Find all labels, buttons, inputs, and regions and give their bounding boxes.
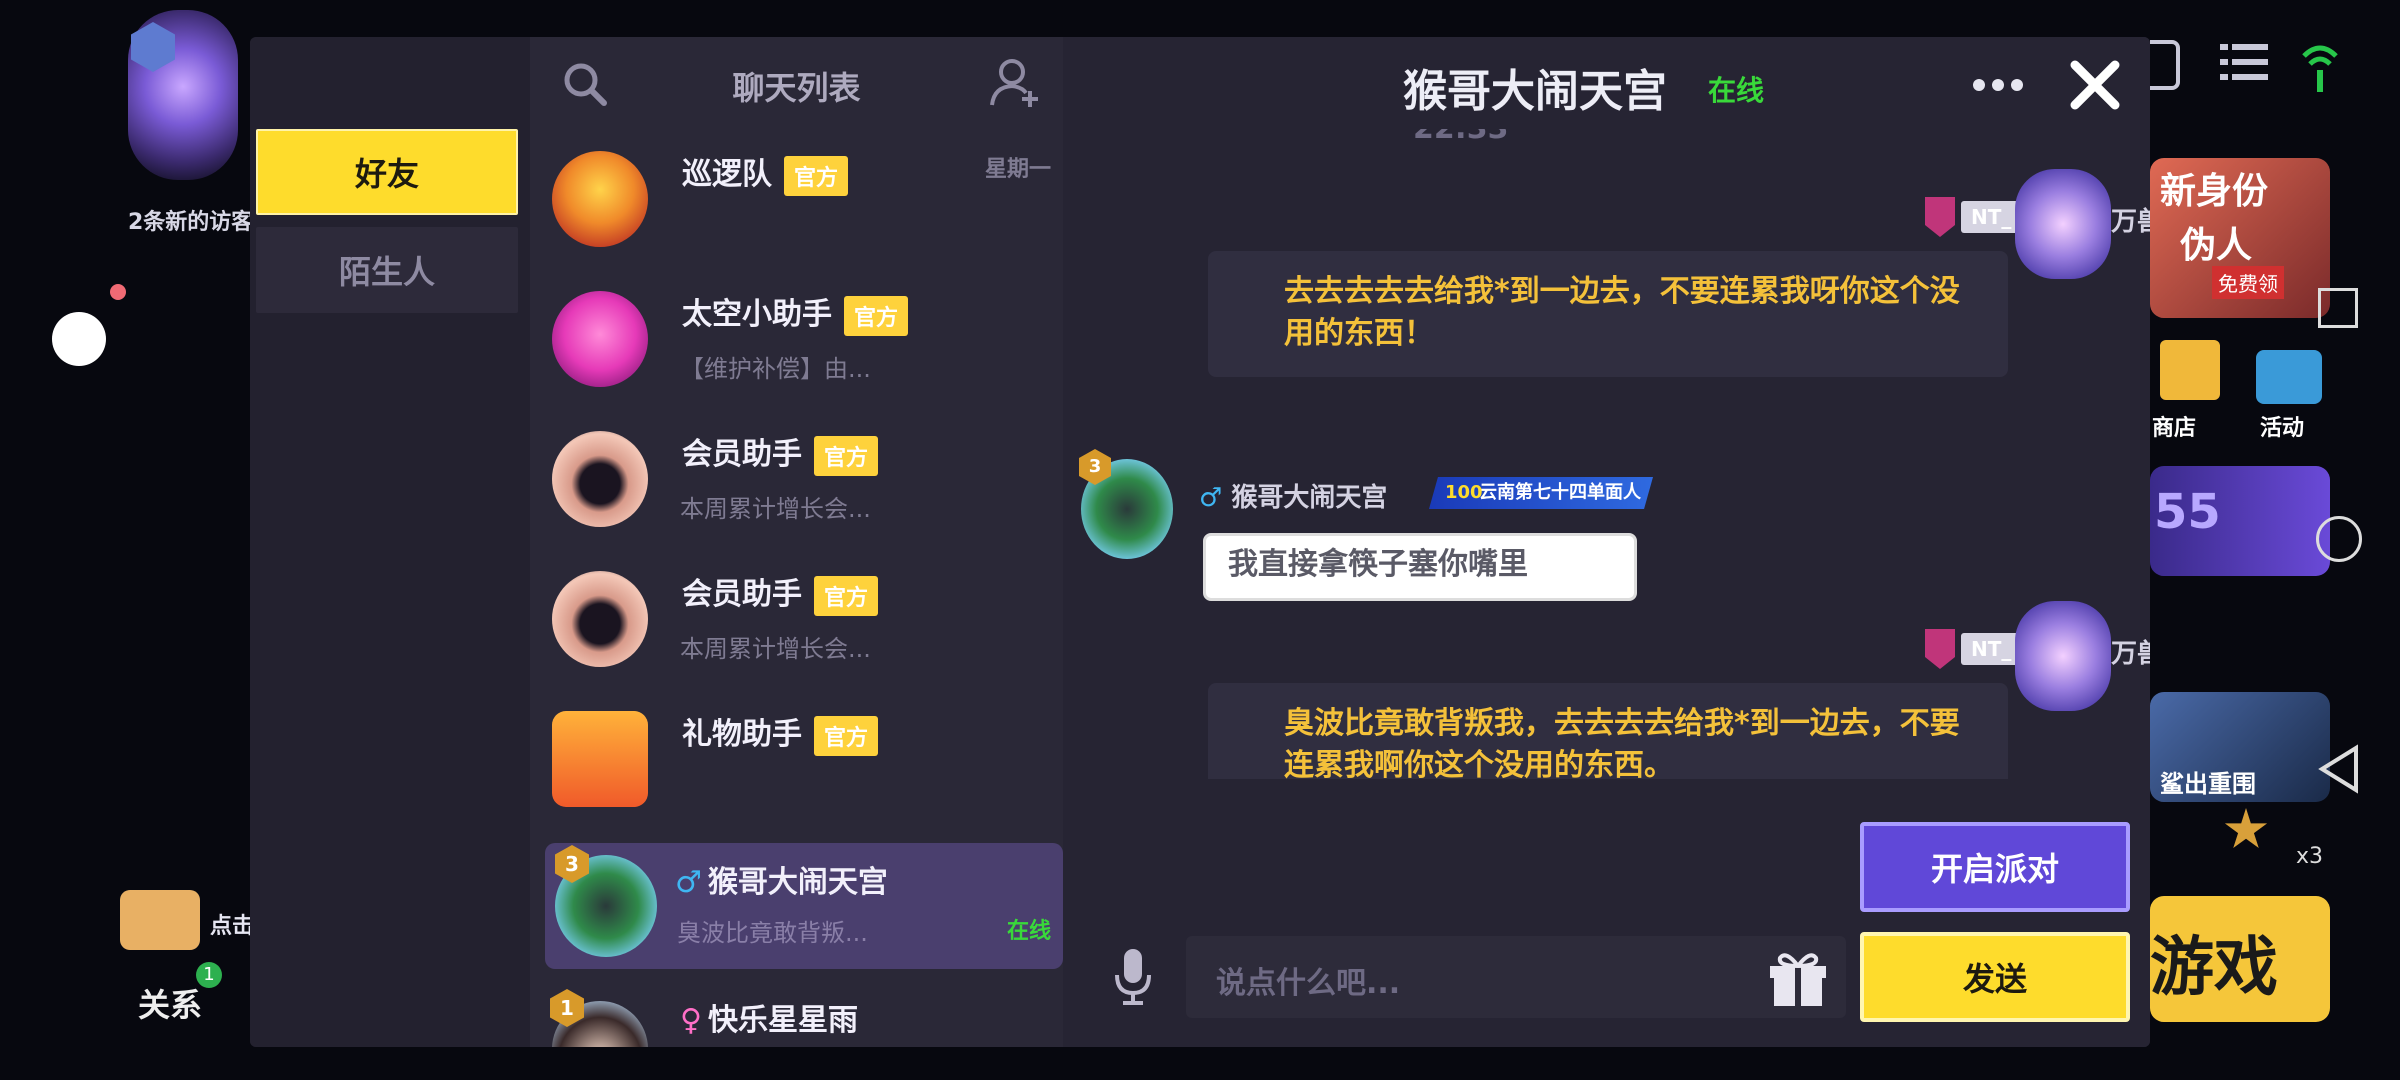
- chat-modal: 好友 陌生人 聊天列表 巡逻队 官方 星期一 太空小助手 官方 【维护补偿】由...…: [250, 37, 2150, 1047]
- partial-text: 点击: [210, 914, 255, 939]
- avatar: [552, 431, 648, 527]
- activity-icon[interactable]: [2256, 350, 2322, 404]
- escape-banner[interactable]: 鲨出重围: [2150, 692, 2330, 802]
- contact-name: 猴哥大闹天宫: [707, 865, 888, 900]
- floating-ball[interactable]: [52, 312, 106, 366]
- notification-dot: [110, 284, 126, 300]
- avatar: [552, 151, 648, 247]
- message-bubble: 臭波比竟敢背叛我，去去去去给我*到一边去，不要连累我啊你这个没用的东西。: [1208, 683, 2008, 779]
- message-list[interactable]: 22:33 NT_ 10 千万兽之王 ♂ 去去去去去给我*到一边去，不要连累我呀…: [1063, 129, 2150, 779]
- start-party-button[interactable]: 开启派对: [1860, 822, 2130, 912]
- visitor-text[interactable]: 2条新的访客: [128, 204, 253, 236]
- chat-list-header: 聊天列表: [530, 37, 1063, 129]
- activity-label: 活动: [2260, 416, 2305, 441]
- official-badge: 官方: [814, 575, 879, 616]
- tab-friends[interactable]: 好友: [256, 129, 518, 215]
- message-preview: 本周累计增长会...: [680, 495, 871, 523]
- send-button[interactable]: 发送: [1860, 932, 2130, 1022]
- tab-strangers[interactable]: 陌生人: [256, 227, 518, 313]
- official-badge: 官方: [814, 715, 879, 756]
- message-bubble: 去去去去去给我*到一边去，不要连累我呀你这个没用的东西！: [1208, 251, 2008, 377]
- chat-list-title: 聊天列表: [732, 69, 861, 107]
- level-banner[interactable]: 55: [2150, 466, 2330, 576]
- category-sidebar: 好友 陌生人: [250, 37, 530, 1047]
- avatar: [552, 571, 648, 667]
- contact-name: 太空小助手: [682, 297, 832, 332]
- list-item[interactable]: 太空小助手 官方 【维护补偿】由...: [530, 269, 1063, 409]
- message-bubble: 我直接拿筷子塞你嘴里: [1203, 533, 1637, 601]
- list-item[interactable]: 巡逻队 官方 星期一: [530, 129, 1063, 269]
- chat-title: 猴哥大闹天宫: [1403, 66, 1667, 117]
- avatar[interactable]: [2015, 169, 2111, 279]
- add-friend-icon[interactable]: [990, 57, 1042, 109]
- more-icon[interactable]: [1971, 77, 2025, 93]
- list-icon[interactable]: [2220, 42, 2268, 82]
- message-sender: ♂ 猴哥大闹天宫: [1199, 483, 1388, 513]
- times-label: x3: [2296, 844, 2324, 869]
- message-input-box[interactable]: 说点什么吧...: [1186, 936, 1846, 1018]
- avatar: [552, 291, 648, 387]
- list-item-selected[interactable]: 3 ♂ 猴哥大闹天宫 臭波比竟敢背叛... 在线: [545, 843, 1063, 969]
- chat-status: 在线: [1708, 74, 1765, 107]
- rank-tag: 100 云南第七十四单面人: [1429, 477, 1653, 509]
- shop-icon[interactable]: [2160, 340, 2220, 400]
- list-item[interactable]: 礼物助手 官方: [530, 689, 1063, 829]
- contact-name: 会员助手: [682, 437, 802, 472]
- guild-shield-icon: [1925, 197, 1955, 237]
- avatar[interactable]: [2015, 601, 2111, 711]
- mic-icon[interactable]: [1113, 947, 1153, 1007]
- shop-label: 商店: [2152, 416, 2197, 441]
- wifi-icon: [2300, 36, 2340, 96]
- list-item[interactable]: 会员助手 官方 本周累计增长会...: [530, 549, 1063, 689]
- official-badge: 官方: [814, 435, 879, 476]
- star-icon: [2224, 808, 2268, 849]
- gift-avatar: [552, 711, 648, 807]
- message-timestamp: 22:33: [1413, 129, 1509, 146]
- gift-icon[interactable]: [1766, 948, 1830, 1008]
- contact-name: 快乐星星雨: [707, 1003, 858, 1038]
- close-icon[interactable]: [2069, 59, 2121, 111]
- relation-count-badge: 1: [196, 962, 222, 988]
- guild-shield-icon: [1925, 629, 1955, 669]
- contact-name: 礼物助手: [682, 717, 802, 752]
- list-item[interactable]: 1 ♀ 快乐星星雨: [530, 981, 1063, 1047]
- message-preview: 本周累计增长会...: [680, 635, 871, 663]
- recent-apps-button[interactable]: [2318, 288, 2358, 328]
- male-icon: ♂: [1199, 483, 1223, 513]
- contact-name: 巡逻队: [682, 157, 772, 192]
- female-icon: ♀: [680, 1003, 702, 1038]
- game-banner[interactable]: 游戏: [2150, 896, 2330, 1022]
- chat-list-panel: 聊天列表 巡逻队 官方 星期一 太空小助手 官方 【维护补偿】由... 会员助手 官方…: [530, 37, 1063, 1047]
- official-badge: 官方: [844, 295, 909, 336]
- message-preview: 臭波比竟敢背叛...: [677, 919, 868, 947]
- message-preview: 【维护补偿】由...: [680, 355, 871, 383]
- official-badge: 官方: [784, 155, 849, 196]
- relation-label[interactable]: 关系: [138, 980, 202, 1026]
- online-status: 在线: [1006, 919, 1051, 944]
- home-button[interactable]: [2316, 516, 2362, 562]
- contact-name: 会员助手: [682, 577, 802, 612]
- male-icon: ♂: [675, 865, 702, 900]
- new-identity-banner[interactable]: 新身份 伪人 免费领: [2150, 158, 2330, 318]
- last-time: 星期一: [984, 157, 1051, 182]
- list-item[interactable]: 会员助手 官方 本周累计增长会...: [530, 409, 1063, 549]
- chat-header: 猴哥大闹天宫 在线: [1063, 37, 2150, 129]
- message-input[interactable]: 说点什么吧...: [1216, 958, 1400, 1002]
- back-button[interactable]: [2316, 744, 2362, 794]
- partial-icon: [2150, 40, 2180, 90]
- relation-icon[interactable]: [120, 890, 200, 950]
